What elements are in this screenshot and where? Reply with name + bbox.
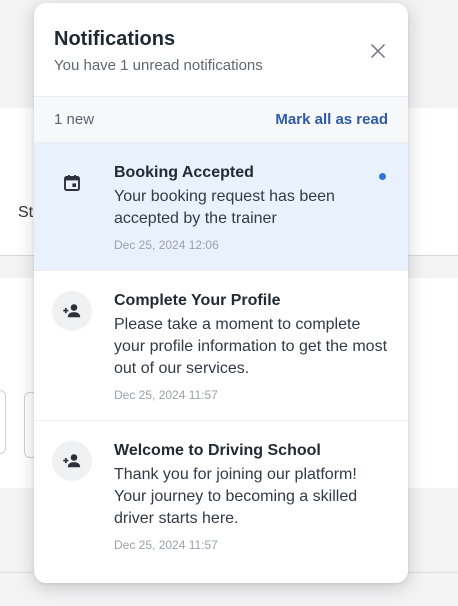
notifications-panel: Notifications You have 1 unread notifica…: [34, 3, 408, 583]
notification-title: Booking Accepted: [114, 164, 254, 181]
notification-timestamp: Dec 25, 2024 11:57: [114, 388, 218, 402]
notification-icon-container: [52, 441, 92, 481]
background-input-partial: [0, 390, 6, 454]
panel-title: Notifications: [54, 28, 176, 50]
notification-message: Thank you for joining our platform! Your…: [114, 466, 358, 527]
notification-icon-container: [52, 163, 92, 203]
notification-item[interactable]: Booking Accepted Your booking request ha…: [34, 143, 408, 271]
notification-content: Booking Accepted Your booking request ha…: [114, 163, 388, 252]
person-add-icon: [63, 304, 81, 318]
notifications-header: Notifications You have 1 unread notifica…: [34, 3, 408, 97]
notification-message: Please take a moment to complete your pr…: [114, 316, 388, 377]
close-button[interactable]: [368, 41, 388, 61]
mark-all-read-link[interactable]: Mark all as read: [275, 111, 388, 128]
notification-icon-container: [52, 291, 92, 331]
notification-title: Welcome to Driving School: [114, 442, 321, 459]
person-add-icon: [63, 454, 81, 468]
notifications-summary-bar: 1 new Mark all as read: [34, 97, 408, 143]
notification-timestamp: Dec 25, 2024 11:57: [114, 538, 218, 552]
notification-content: Welcome to Driving School Thank you for …: [114, 441, 388, 552]
notification-content: Complete Your Profile Please take a mome…: [114, 291, 388, 402]
notification-item[interactable]: Complete Your Profile Please take a mome…: [34, 271, 408, 421]
notification-item[interactable]: Welcome to Driving School Thank you for …: [34, 421, 408, 570]
calendar-icon: [64, 175, 80, 191]
background-partial-label: St: [18, 204, 34, 221]
unread-indicator-dot: [379, 173, 386, 180]
close-icon: [371, 44, 385, 58]
notification-title: Complete Your Profile: [114, 292, 281, 309]
notification-message: Your booking request has been accepted b…: [114, 188, 335, 227]
new-count-label: 1 new: [54, 111, 95, 128]
notification-timestamp: Dec 25, 2024 12:06: [114, 238, 219, 252]
panel-subtitle: You have 1 unread notifications: [54, 57, 263, 74]
